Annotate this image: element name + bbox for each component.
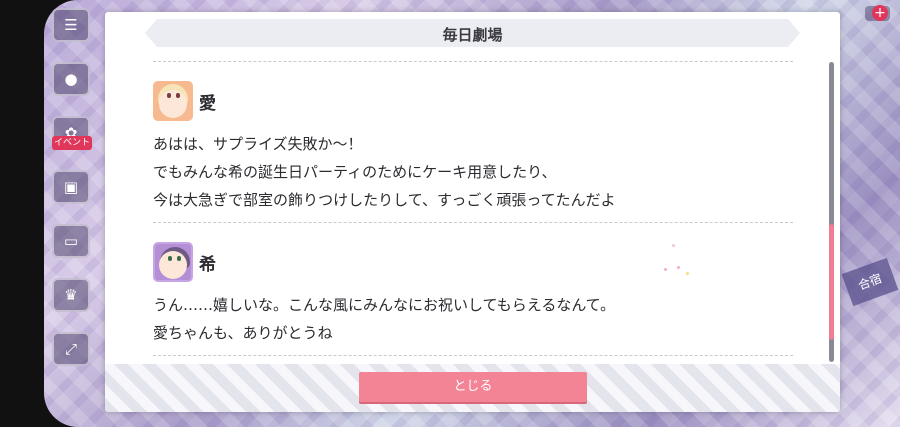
entry-lines: うん……嬉しいな。こんな風にみんなにお祝いしてもらえるなんて。 愛ちゃんも、あり… <box>153 285 793 355</box>
dialogue-log[interactable]: 愛 あはは、サプライズ失敗か〜！ でもみんな希の誕生日パーティのためにケーキ用意… <box>153 61 793 365</box>
dialogue-line: うん……嬉しいな。こんな風にみんなにお祝いしてもらえるなんて。 <box>153 296 616 314</box>
game-side-menu: ☰ ● ✿ ▣ ▭ ♛ ⤢ イベント <box>52 8 92 386</box>
chat-icon[interactable]: ● <box>52 62 90 96</box>
dialogue-line: あはは、サプライズ失敗か〜！ <box>153 135 363 153</box>
event-badge: イベント <box>52 136 92 150</box>
sparkle-decoration <box>677 266 680 269</box>
speaker-name: 愛 <box>199 93 216 114</box>
avatar-ai <box>153 81 193 121</box>
dialogue-line: でもみんな希の誕生日パーティのためにケーキ用意したり、 <box>153 163 557 181</box>
expand-icon[interactable]: ⤢ <box>52 332 90 366</box>
dialogue-entry: 愛 あはは、サプライズ失敗か〜！ でもみんな希の誕生日パーティのためにケーキ用意… <box>153 62 793 222</box>
entry-lines: あはは、サプライズ失敗か〜！ でもみんな希の誕生日パーティのためにケーキ用意した… <box>153 124 793 222</box>
menu-icon[interactable]: ☰ <box>52 8 90 42</box>
daily-theater-dialog: 毎日劇場 愛 あはは、サプライズ失敗か〜！ でもみんな希の誕生日パーティのために… <box>105 12 840 412</box>
screen-icon[interactable]: ▭ <box>52 224 90 258</box>
scrollbar[interactable] <box>829 62 834 362</box>
add-currency-button[interactable]: + <box>872 5 888 21</box>
scrollbar-thumb[interactable] <box>829 224 834 340</box>
dialog-title: 毎日劇場 <box>442 26 503 44</box>
speaker-name: 希 <box>199 254 216 275</box>
close-button[interactable]: とじる <box>359 372 587 402</box>
dialogue-entry: 希 うん……嬉しいな。こんな風にみんなにお祝いしてもらえるなんて。 愛ちゃんも、… <box>153 223 793 355</box>
avatar-nozomi <box>153 242 193 282</box>
gift-icon[interactable]: ▣ <box>52 170 90 204</box>
dialog-title-bar: 毎日劇場 <box>145 19 800 47</box>
trophy-icon[interactable]: ♛ <box>52 278 90 312</box>
dialogue-line: 愛ちゃんも、ありがとうね <box>153 324 333 342</box>
sparkle-decoration <box>664 268 667 271</box>
dialogue-line: 今は大急ぎで部室の飾りつけしたりして、すっごく頑張ってたんだよ <box>153 191 616 209</box>
sparkle-decoration <box>672 244 675 247</box>
entry-header: 愛 <box>153 78 793 124</box>
entry-header: 希 <box>153 239 793 285</box>
sparkle-decoration <box>686 272 689 275</box>
